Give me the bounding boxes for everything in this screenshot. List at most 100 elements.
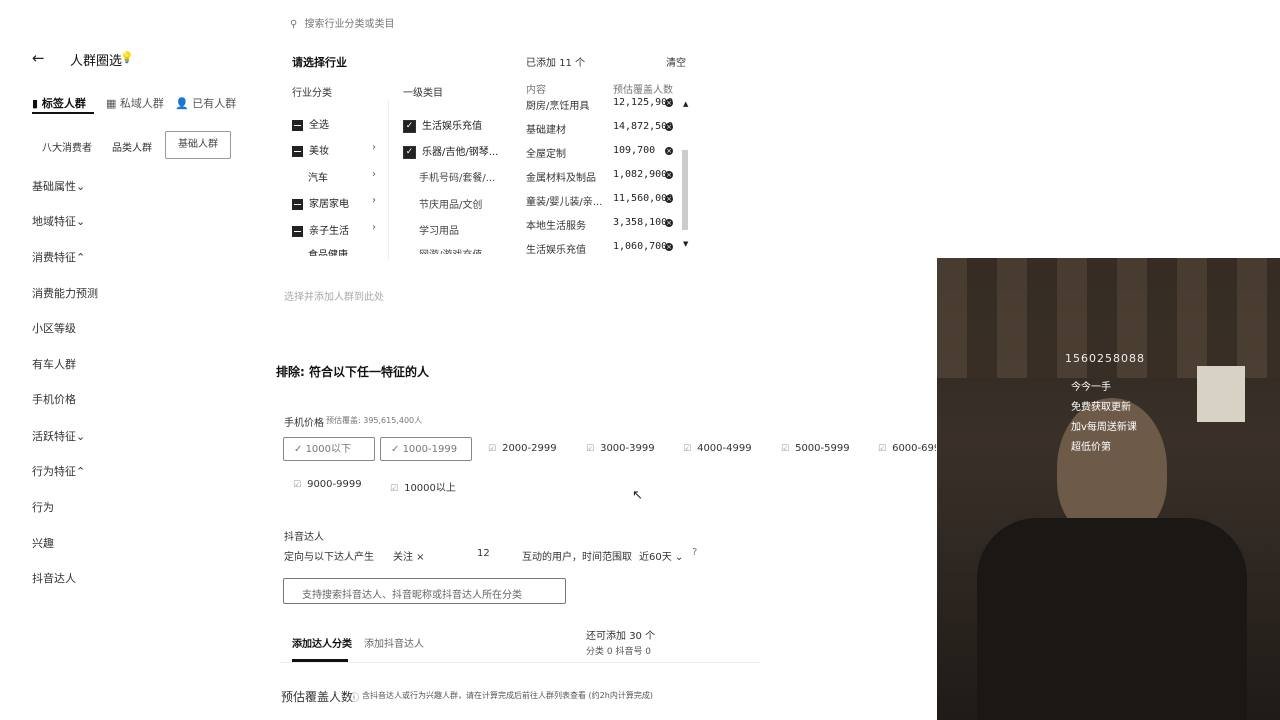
industry-col1-header: 行业分类 bbox=[292, 88, 332, 99]
industry-option[interactable]: 亲子生活 bbox=[292, 222, 349, 237]
check-icon: ✓ bbox=[294, 444, 306, 455]
industry-option[interactable]: 食品健康 bbox=[308, 246, 348, 256]
added-row-value: 1,060,700 bbox=[613, 241, 668, 252]
grid-icon: ▦ bbox=[106, 97, 117, 110]
added-row-name: 基础建材 bbox=[526, 125, 566, 136]
help-icon[interactable]: ? bbox=[692, 547, 697, 558]
chevron-right-icon: › bbox=[372, 169, 376, 180]
category-option[interactable]: 网游/游戏充值 bbox=[419, 246, 482, 254]
tab-tag-crowd[interactable]: ▮ 标签人群 bbox=[32, 95, 86, 111]
industry-option[interactable]: 汽车 bbox=[308, 169, 328, 184]
subtab-category-crowd[interactable]: 品类人群 bbox=[112, 139, 152, 154]
estimate-note: 含抖音达人或行为兴趣人群，请在计算完成后前往人群列表查看 (约2h内计算完成) bbox=[362, 691, 653, 700]
remain-detail: 分类 0 抖音号 0 bbox=[586, 647, 652, 657]
added-header: 已添加 11 个 bbox=[526, 58, 586, 69]
tab-private-crowd[interactable]: ▦ 私域人群 bbox=[106, 95, 164, 111]
category-option[interactable]: 节庆用品/文创 bbox=[419, 196, 482, 211]
price-option[interactable]: ☑6000-6999 bbox=[878, 443, 936, 454]
sidebar-item-behavior[interactable]: 行为 bbox=[32, 499, 54, 515]
sidebar-item-douyin[interactable]: 抖音达人 bbox=[32, 570, 76, 586]
category-option[interactable]: ✓ 乐器/吉他/钢琴... bbox=[403, 143, 498, 159]
tab-add-category[interactable]: 添加达人分类 bbox=[292, 635, 352, 650]
check-icon: ✓ bbox=[403, 145, 416, 159]
price-option[interactable]: ☑ 9000-9999 bbox=[293, 479, 362, 490]
mouse-cursor-icon: ↖ bbox=[632, 488, 643, 503]
sidebar-item-region[interactable]: 地域特征⌄ bbox=[32, 213, 85, 229]
scroll-up-icon[interactable]: ▲ bbox=[683, 100, 688, 108]
range-select[interactable]: 近60天 ⌄ bbox=[639, 548, 683, 563]
partial-check-icon bbox=[292, 119, 303, 131]
partial-check-icon bbox=[292, 198, 303, 210]
sidebar-item-interest[interactable]: 兴趣 bbox=[32, 535, 54, 551]
remove-icon[interactable]: × bbox=[665, 219, 673, 227]
price-option[interactable]: ☑ 10000以上 bbox=[390, 479, 456, 494]
back-button[interactable]: ← bbox=[32, 49, 45, 67]
check-icon: ☑ bbox=[781, 444, 790, 454]
price-option[interactable]: ☑ 2000-2999 bbox=[488, 443, 557, 454]
added-row-name: 全屋定制 bbox=[526, 149, 566, 160]
bookmark-icon: ▮ bbox=[32, 97, 39, 110]
sidebar-item-car[interactable]: 有车人群 bbox=[32, 356, 76, 372]
subtab-eight-consumers[interactable]: 八大消费者 bbox=[42, 139, 92, 154]
douyin-sentence-suffix: 互动的用户，时间范围取 bbox=[522, 552, 632, 563]
sidebar-item-phone-price[interactable]: 手机价格 bbox=[32, 391, 76, 407]
remove-icon[interactable]: × bbox=[665, 171, 673, 179]
chevron-right-icon: › bbox=[372, 142, 376, 153]
follow-tag[interactable]: 关注 × bbox=[393, 548, 425, 563]
scroll-down-icon[interactable]: ▼ bbox=[683, 240, 688, 248]
info-icon: ⓘ bbox=[349, 693, 359, 704]
price-option[interactable]: ☑ 3000-3999 bbox=[586, 443, 655, 454]
remove-icon[interactable]: × bbox=[665, 99, 673, 107]
category-option[interactable]: ✓ 生活娱乐充值 bbox=[403, 117, 482, 133]
remove-icon[interactable]: × bbox=[665, 123, 673, 131]
price-option-boxed[interactable]: ✓ 1000以下 bbox=[283, 437, 375, 461]
check-icon: ☑ bbox=[878, 444, 887, 454]
phone-price-cover: 预估覆盖: 395,615,400人 bbox=[326, 416, 423, 425]
sidebar-item-behavior-feature[interactable]: 行为特征⌃ bbox=[32, 463, 85, 479]
check-icon: ☑ bbox=[390, 484, 399, 494]
remain-info: 还可添加 30 个 bbox=[586, 631, 656, 642]
sidebar-item-consume-power[interactable]: 消费能力预测 bbox=[32, 285, 98, 301]
chevron-up-icon: ⌃ bbox=[76, 465, 86, 478]
check-icon: ✓ bbox=[391, 444, 403, 455]
person-body bbox=[977, 518, 1247, 720]
scrollbar[interactable] bbox=[682, 150, 688, 230]
douyin-search-input[interactable]: 支持搜索抖音达人、抖音昵称或抖音达人所在分类 bbox=[283, 578, 566, 604]
added-row-value: 1,082,900 bbox=[613, 169, 668, 180]
check-icon: ☑ bbox=[293, 480, 302, 490]
remove-icon[interactable]: × bbox=[665, 147, 673, 155]
sidebar-item-active[interactable]: 活跃特征⌄ bbox=[32, 428, 85, 444]
sidebar-item-community[interactable]: 小区等级 bbox=[32, 320, 76, 336]
col-cover-header: 预估覆盖人数 bbox=[613, 85, 673, 96]
industry-option[interactable]: 家居家电 bbox=[292, 195, 349, 210]
industry-col2-header: 一级类目 bbox=[403, 88, 443, 99]
tab-existing-crowd[interactable]: 👤 已有人群 bbox=[175, 95, 236, 111]
subtab-basic-crowd[interactable]: 基础人群 bbox=[165, 131, 231, 159]
category-option[interactable]: 学习用品 bbox=[419, 222, 459, 237]
overlay-text: 今今一手 免费获取更新 加v每周送新课 超低价第 bbox=[1071, 382, 1137, 453]
price-option[interactable]: ☑ 4000-4999 bbox=[683, 443, 752, 454]
sidebar-item-consume[interactable]: 消费特征⌃ bbox=[32, 249, 85, 265]
price-option-boxed[interactable]: ✓ 1000-1999 bbox=[380, 437, 472, 461]
price-option[interactable]: ☑ 5000-5999 bbox=[781, 443, 850, 454]
clear-button[interactable]: 清空 bbox=[666, 54, 686, 69]
tab-add-douyin[interactable]: 添加抖音达人 bbox=[364, 635, 424, 650]
sidebar-item-basic[interactable]: 基础属性⌄ bbox=[32, 178, 85, 194]
webcam-video: 1560258088 今今一手 免费获取更新 加v每周送新课 超低价第 bbox=[937, 258, 1280, 720]
douyin-sentence-prefix: 定向与以下达人产生 bbox=[284, 552, 374, 563]
column-divider bbox=[388, 100, 389, 260]
estimate-title: 预估覆盖人数 bbox=[281, 690, 354, 704]
search-input[interactable]: 搜索行业分类或类目 bbox=[305, 19, 395, 30]
divider bbox=[280, 662, 760, 663]
chevron-down-icon: ⌄ bbox=[76, 180, 86, 193]
search-icon: ⚲ bbox=[290, 19, 298, 30]
category-option[interactable]: 手机号码/套餐/... bbox=[419, 169, 495, 184]
industry-option[interactable]: 全选 bbox=[292, 116, 329, 131]
industry-option[interactable]: 美妆 bbox=[292, 142, 329, 157]
search-bar[interactable]: ⚲ 搜索行业分类或类目 bbox=[290, 15, 395, 30]
remove-icon[interactable]: × bbox=[665, 243, 673, 251]
overlay-phone: 1560258088 bbox=[1065, 352, 1145, 365]
count-input[interactable]: 12 bbox=[477, 548, 490, 559]
remove-icon[interactable]: × bbox=[665, 195, 673, 203]
person-icon: 👤 bbox=[175, 97, 189, 110]
